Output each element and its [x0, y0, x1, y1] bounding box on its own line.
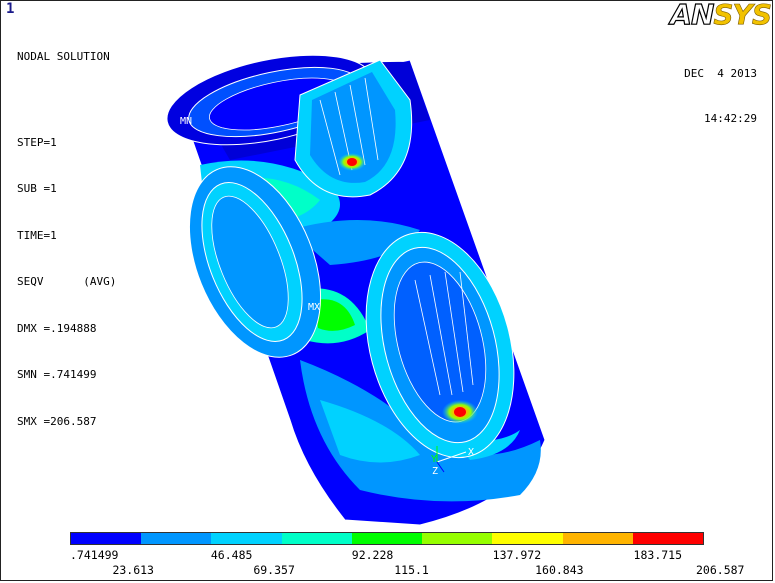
legend-swatch-2 [141, 533, 212, 544]
legend-swatch-6 [422, 533, 493, 544]
info-seqv: SEQV (AVG) [17, 275, 117, 288]
legend-tick-bottom-2: 69.357 [253, 563, 295, 577]
legend-swatch-4 [281, 533, 352, 544]
timestamp-date: DEC 4 2013 [684, 67, 757, 80]
legend-swatch-5 [351, 533, 423, 544]
legend-tick-top-5: 183.715 [633, 548, 683, 562]
max-marker: MX [308, 302, 320, 313]
legend-swatch-7 [492, 533, 563, 544]
info-time: TIME=1 [17, 228, 57, 242]
info-smx: SMX =206.587 [17, 414, 97, 428]
solution-info: NODAL SOLUTION STEP=1 SUB =1 TIME=1 SEQV… [17, 18, 116, 445]
legend-swatch-1 [71, 533, 142, 544]
min-marker: MN [180, 116, 192, 127]
legend-tick-bottom-5: 206.587 [696, 563, 745, 577]
solution-title: NODAL SOLUTION [17, 50, 110, 63]
info-step: STEP=1 [17, 135, 57, 149]
legend-tick-bottom-3: 115.1 [394, 563, 429, 577]
triad-y-label: Y [431, 454, 437, 465]
info-dmx: DMX =.194888 [17, 321, 97, 335]
legend-tick-bottom-1: 23.613 [112, 563, 154, 577]
ansys-logo: ANSYS [670, 0, 773, 31]
info-smn: SMN =.741499 [17, 368, 97, 381]
timestamp-time: 14:42:29 [704, 112, 757, 125]
triad-z-label: Z [432, 466, 438, 477]
info-sub: SUB =1 [17, 182, 57, 195]
timestamp: DEC 4 2013 14:42:29 [684, 36, 757, 141]
contour-legend-bar [70, 532, 704, 545]
triad-x-label: X [468, 447, 474, 458]
legend-tick-top-1: .741499 [70, 548, 119, 562]
legend-swatch-3 [211, 533, 282, 544]
window-number: 1 [6, 1, 15, 17]
legend-swatch-9 [632, 533, 703, 544]
legend-swatch-8 [562, 533, 633, 544]
legend-ticks-bottom: 23.613 69.357 115.1 160.843 206.587 [0, 563, 775, 577]
legend-tick-top-3: 92.228 [351, 548, 394, 562]
legend-tick-bottom-4: 160.843 [535, 563, 584, 577]
legend-tick-top-4: 137.972 [492, 548, 542, 562]
legend-tick-top-2: 46.485 [210, 548, 253, 562]
legend-ticks-top: .741499 46.485 92.228 137.972 183.715 [0, 548, 775, 562]
